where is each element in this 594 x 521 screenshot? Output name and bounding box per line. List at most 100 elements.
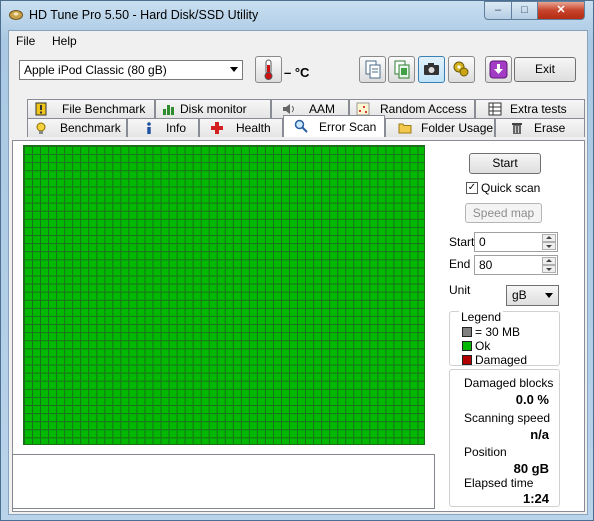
exit-button[interactable]: Exit bbox=[514, 57, 576, 82]
copy-text-button[interactable] bbox=[359, 56, 386, 83]
spin-down-icon[interactable] bbox=[542, 242, 556, 250]
legend-block-size-label: = 30 MB bbox=[475, 325, 521, 339]
end-position-field[interactable]: 80 bbox=[474, 255, 558, 275]
menu-file[interactable]: File bbox=[16, 34, 35, 48]
minimize-button[interactable]: – bbox=[484, 1, 512, 20]
copy-info-button[interactable] bbox=[388, 56, 415, 83]
app-logo-icon bbox=[9, 10, 23, 20]
temperature-readout: – °C bbox=[284, 65, 310, 80]
chevron-down-icon bbox=[230, 67, 238, 72]
quick-scan-label[interactable]: Quick scan bbox=[481, 181, 540, 195]
save-button[interactable] bbox=[485, 56, 512, 83]
speaker-icon bbox=[283, 104, 294, 114]
window-title: HD Tune Pro 5.50 - Hard Disk/SSD Utility bbox=[29, 8, 259, 22]
tab-label: Health bbox=[236, 121, 271, 135]
toolbar: Apple iPod Classic (80 gB) – °C Exit bbox=[9, 51, 587, 95]
screenshot-button[interactable] bbox=[418, 56, 445, 83]
unit-select-value: gB bbox=[512, 288, 527, 302]
legend-block-size: = 30 MB bbox=[462, 325, 520, 339]
scan-stats-box: Damaged blocks 0.0 % Scanning speed n/a … bbox=[449, 369, 560, 507]
quick-scan-checkbox[interactable]: ✓ bbox=[466, 182, 478, 194]
legend-damaged: Damaged bbox=[462, 353, 527, 367]
end-position-value: 80 bbox=[479, 258, 493, 272]
tab-strip: File Benchmark Disk monitor AAM Random A… bbox=[9, 99, 587, 140]
start-position-value: 0 bbox=[479, 235, 486, 249]
drive-select[interactable]: Apple iPod Classic (80 gB) bbox=[19, 60, 243, 80]
title-bar[interactable]: HD Tune Pro 5.50 - Hard Disk/SSD Utility… bbox=[1, 1, 593, 29]
tab-extra-tests[interactable]: Extra tests bbox=[475, 99, 585, 118]
magnifier-icon bbox=[294, 119, 308, 133]
speed-map-button[interactable]: Speed map bbox=[465, 203, 542, 223]
legend-ok: Ok bbox=[462, 339, 490, 353]
menu-bar: File Help bbox=[9, 31, 587, 51]
tab-info[interactable]: Info bbox=[127, 118, 199, 137]
position-label: Position bbox=[464, 445, 507, 459]
tab-erase[interactable]: Erase bbox=[495, 118, 585, 137]
close-button[interactable]: ✕ bbox=[537, 1, 585, 20]
tab-label: Extra tests bbox=[510, 102, 567, 116]
scanning-speed-label: Scanning speed bbox=[464, 411, 551, 425]
tab-benchmark[interactable]: Benchmark bbox=[27, 118, 127, 137]
damaged-swatch bbox=[462, 355, 472, 365]
elapsed-time-value: 1:24 bbox=[522, 491, 549, 506]
legend-damaged-label: Damaged bbox=[475, 353, 528, 367]
tab-label: Error Scan bbox=[319, 120, 377, 134]
legend-ok-label: Ok bbox=[475, 339, 491, 353]
legend-title: Legend bbox=[459, 310, 504, 324]
health-cross-icon bbox=[211, 122, 223, 134]
options-button[interactable] bbox=[448, 56, 475, 83]
unit-label: Unit bbox=[449, 283, 471, 297]
tab-label: Random Access bbox=[380, 102, 467, 116]
tab-error-scan[interactable]: Error Scan bbox=[283, 115, 385, 137]
tab-label: Disk monitor bbox=[180, 102, 247, 116]
end-field-label: End bbox=[449, 257, 471, 271]
thermometer-button[interactable] bbox=[255, 56, 282, 83]
menu-help[interactable]: Help bbox=[52, 34, 77, 48]
copy-text-icon bbox=[365, 60, 381, 79]
bar-chart-icon bbox=[163, 105, 174, 115]
camera-icon bbox=[424, 63, 439, 75]
tab-label: Info bbox=[166, 121, 187, 135]
info-icon bbox=[147, 122, 151, 134]
chevron-down-icon bbox=[545, 293, 553, 298]
thermometer-icon bbox=[264, 59, 273, 80]
tab-disk-monitor[interactable]: Disk monitor bbox=[155, 99, 271, 118]
exclamation-icon bbox=[35, 102, 47, 116]
damaged-blocks-label: Damaged blocks bbox=[464, 376, 554, 390]
start-scan-button[interactable]: Start bbox=[469, 153, 541, 174]
tab-label: Erase bbox=[534, 121, 566, 135]
tab-label: Benchmark bbox=[60, 121, 121, 135]
scan-log-box[interactable] bbox=[12, 454, 435, 509]
tab-health[interactable]: Health bbox=[199, 118, 283, 137]
tab-label: File Benchmark bbox=[62, 102, 146, 116]
error-scan-panel: Start ✓ Quick scan Speed map Start 0 End… bbox=[12, 140, 585, 512]
spin-up-icon[interactable] bbox=[542, 257, 556, 265]
tab-folder-usage[interactable]: Folder Usage bbox=[385, 118, 495, 137]
folder-icon bbox=[398, 123, 412, 134]
scanning-speed-value: n/a bbox=[530, 427, 549, 442]
ok-swatch bbox=[462, 341, 472, 351]
block-swatch bbox=[462, 327, 472, 337]
lightbulb-icon bbox=[36, 122, 46, 134]
maximize-button[interactable]: □ bbox=[511, 1, 538, 20]
scan-block-grid bbox=[23, 145, 425, 445]
grid-icon bbox=[488, 102, 502, 116]
start-position-field[interactable]: 0 bbox=[474, 232, 558, 252]
elapsed-time-label: Elapsed time bbox=[464, 476, 534, 490]
copy-info-icon bbox=[394, 60, 410, 79]
start-field-label: Start bbox=[449, 235, 475, 249]
drive-select-value: Apple iPod Classic (80 gB) bbox=[24, 63, 167, 77]
trash-icon bbox=[512, 123, 522, 134]
unit-select[interactable]: gB bbox=[506, 285, 559, 306]
legend-box: Legend = 30 MB Ok Damaged bbox=[449, 310, 560, 367]
save-arrow-icon bbox=[489, 60, 508, 79]
spin-down-icon[interactable] bbox=[542, 265, 556, 273]
damaged-blocks-value: 0.0 % bbox=[515, 392, 549, 407]
spin-up-icon[interactable] bbox=[542, 234, 556, 242]
client-area: File Help Apple iPod Classic (80 gB) – °… bbox=[8, 30, 588, 515]
position-value: 80 gB bbox=[513, 461, 549, 476]
app-window: HD Tune Pro 5.50 - Hard Disk/SSD Utility… bbox=[0, 0, 594, 521]
tab-file-benchmark[interactable]: File Benchmark bbox=[27, 99, 155, 118]
options-icon bbox=[453, 61, 469, 77]
random-access-icon bbox=[356, 102, 370, 116]
